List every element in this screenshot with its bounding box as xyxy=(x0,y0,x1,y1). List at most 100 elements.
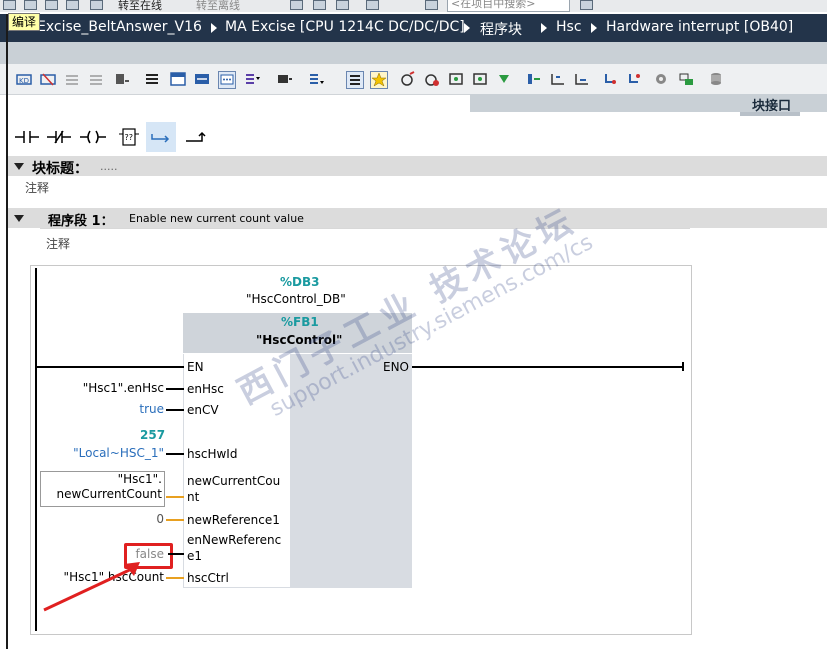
close-branch-icon[interactable] xyxy=(88,71,104,87)
breadcrumb-separator-icon xyxy=(541,23,547,33)
split-editor-icon[interactable] xyxy=(425,0,438,10)
instance-db-symbol[interactable]: "HscControl_DB" xyxy=(246,292,346,306)
breadcrumb-block[interactable]: Hardware interrupt [OB40] xyxy=(606,19,793,35)
pin-newcurrentcount: newCurrentCou nt xyxy=(187,474,281,504)
insert-branch-icon[interactable] xyxy=(64,71,80,87)
breadcrumb-project[interactable]: Excise_BeltAnswer_V16 xyxy=(37,19,202,35)
call-hierarchy-icon[interactable] xyxy=(602,71,618,87)
fb-number: %FB1 xyxy=(281,315,319,329)
compile-menu-item[interactable]: 编译 xyxy=(8,13,40,31)
download-block-icon[interactable] xyxy=(496,71,512,87)
actual-ennewreference1[interactable]: false xyxy=(130,547,164,561)
wire-enhsc xyxy=(166,388,184,390)
breadcrumb-device[interactable]: MA Excise [CPU 1214C DC/DC/DC] xyxy=(225,19,465,35)
actual-enhsc[interactable]: "Hsc1".enHsc xyxy=(70,381,164,395)
symbol-info-icon[interactable] xyxy=(308,71,324,87)
pin-eno: ENO xyxy=(383,360,410,374)
stop-cpu-icon[interactable] xyxy=(336,0,349,10)
collapse-network-icon[interactable] xyxy=(14,215,24,222)
download-icon[interactable] xyxy=(90,0,103,10)
pin-hscctrl: hscCtrl xyxy=(187,571,229,585)
previous-error-icon[interactable] xyxy=(574,71,590,87)
search-icon[interactable] xyxy=(580,0,593,10)
monitor-stop-icon[interactable] xyxy=(424,71,440,87)
block-title-label: 块标题： xyxy=(32,161,88,177)
go-online-button[interactable]: 转至在线 xyxy=(118,0,162,12)
svg-text:KD: KD xyxy=(19,77,29,85)
list-view-icon[interactable] xyxy=(144,71,160,87)
delete-network-icon[interactable] xyxy=(40,71,56,87)
pin-en: EN xyxy=(187,360,204,374)
breadcrumb-separator-icon xyxy=(211,23,217,33)
editor-title-band xyxy=(0,42,827,64)
network-view-icon[interactable] xyxy=(194,71,210,87)
next-error-icon[interactable] xyxy=(550,71,566,87)
power-rail xyxy=(35,268,37,631)
block-title-value[interactable]: ..... xyxy=(100,160,117,173)
close-icon[interactable] xyxy=(366,0,379,10)
project-search-input[interactable]: <在项目中搜索> xyxy=(447,0,570,12)
compare-offline-icon[interactable] xyxy=(472,71,488,87)
assign-icon[interactable] xyxy=(114,71,130,87)
comments-toggle-icon[interactable] xyxy=(218,71,236,89)
editor-left-border xyxy=(6,14,8,649)
go-to-error-icon[interactable] xyxy=(526,71,542,87)
actual-encv[interactable]: true xyxy=(120,402,164,416)
block-title-bar[interactable] xyxy=(8,156,827,176)
open-project-icon[interactable] xyxy=(24,0,37,10)
normally-open-contact-icon[interactable] xyxy=(12,122,42,152)
en-wire xyxy=(37,366,184,368)
wire-hscctrl xyxy=(166,577,184,579)
accessible-devices-icon[interactable] xyxy=(290,0,303,10)
actual-newcurrentcount[interactable]: "Hsc1". newCurrentCount xyxy=(42,472,162,502)
pin-ennewreference1: enNewReferenc e1 xyxy=(187,533,282,563)
pin-hschwid: hscHwId xyxy=(187,447,238,461)
block-interface-icon[interactable] xyxy=(170,71,186,87)
network-title[interactable]: Enable new current count value xyxy=(129,212,304,225)
breadcrumb-separator-icon xyxy=(591,23,597,33)
svg-text:??: ?? xyxy=(125,133,134,142)
coil-icon[interactable] xyxy=(78,122,108,152)
insert-network-icon[interactable]: KD xyxy=(16,71,32,87)
database-icon[interactable] xyxy=(708,71,724,87)
fb-name: "HscControl" xyxy=(256,333,343,347)
open-branch-icon[interactable] xyxy=(146,122,176,152)
favorites-list-icon[interactable] xyxy=(346,71,364,89)
block-comment[interactable]: 注释 xyxy=(25,179,49,196)
start-cpu-icon[interactable] xyxy=(313,0,326,10)
absolute-operands-icon[interactable] xyxy=(276,71,292,87)
go-offline-button[interactable]: 转至离线 xyxy=(196,0,240,12)
normally-closed-contact-icon[interactable] xyxy=(44,122,74,152)
pin-encv: enCV xyxy=(187,403,219,417)
operand-rep-icon[interactable] xyxy=(244,71,260,87)
new-project-icon[interactable] xyxy=(3,0,16,10)
wire-hschwid xyxy=(166,453,184,455)
pin-newreference1: newReference1 xyxy=(187,513,280,527)
collapse-icon[interactable] xyxy=(14,163,24,170)
divider xyxy=(40,228,690,229)
save-project-icon[interactable] xyxy=(45,0,58,10)
favorites-icon[interactable] xyxy=(370,71,388,89)
close-branch-icon[interactable] xyxy=(180,122,210,152)
cross-reference-icon[interactable] xyxy=(626,71,642,87)
print-icon[interactable] xyxy=(66,0,79,10)
monitor-icon[interactable] xyxy=(400,71,416,87)
breadcrumb-group[interactable]: Hsc xyxy=(556,19,582,35)
actual-hschwid[interactable]: "Local~HSC_1" xyxy=(60,446,164,460)
breadcrumb-program-blocks[interactable]: 程序块 xyxy=(480,19,522,39)
instance-db-number[interactable]: %DB3 xyxy=(280,275,319,289)
pin-enhsc: enHsc xyxy=(187,382,224,396)
actual-hschwid-value: 257 xyxy=(140,428,166,442)
wire-newcurrentcount xyxy=(166,496,184,498)
network-label: 程序段 1： xyxy=(48,214,114,229)
annotation-arrow-icon xyxy=(43,562,140,612)
actual-newreference1[interactable]: 0 xyxy=(140,512,164,526)
wire-newreference1 xyxy=(166,519,184,521)
compare-icon[interactable] xyxy=(448,71,464,87)
properties-icon[interactable] xyxy=(654,71,670,87)
network-comment[interactable]: 注释 xyxy=(46,235,70,252)
empty-box-icon[interactable]: ?? xyxy=(114,122,144,152)
references-icon[interactable] xyxy=(678,71,694,87)
wire-encv xyxy=(166,409,184,411)
eno-wire xyxy=(412,366,684,368)
